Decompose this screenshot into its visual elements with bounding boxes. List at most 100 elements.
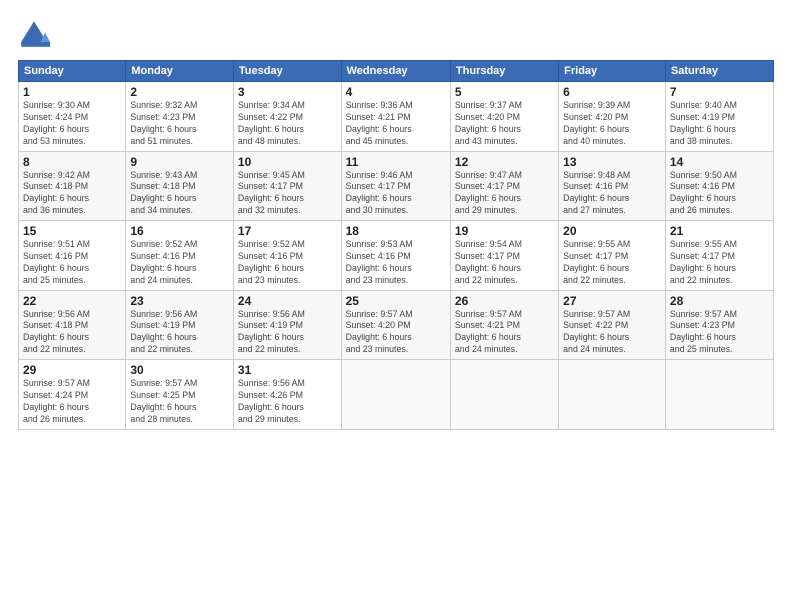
calendar-cell: 19Sunrise: 9:54 AMSunset: 4:17 PMDayligh… [450, 221, 558, 291]
day-info: Sunrise: 9:43 AMSunset: 4:18 PMDaylight:… [130, 170, 229, 218]
day-number: 29 [23, 363, 121, 377]
day-number: 15 [23, 224, 121, 238]
day-info: Sunrise: 9:56 AMSunset: 4:19 PMDaylight:… [238, 309, 337, 357]
day-info: Sunrise: 9:48 AMSunset: 4:16 PMDaylight:… [563, 170, 661, 218]
day-number: 26 [455, 294, 554, 308]
calendar-cell [665, 360, 773, 430]
calendar-cell: 8Sunrise: 9:42 AMSunset: 4:18 PMDaylight… [19, 151, 126, 221]
day-info: Sunrise: 9:57 AMSunset: 4:20 PMDaylight:… [346, 309, 446, 357]
calendar-cell: 14Sunrise: 9:50 AMSunset: 4:16 PMDayligh… [665, 151, 773, 221]
calendar-cell: 16Sunrise: 9:52 AMSunset: 4:16 PMDayligh… [126, 221, 234, 291]
day-info: Sunrise: 9:50 AMSunset: 4:16 PMDaylight:… [670, 170, 769, 218]
calendar-cell: 30Sunrise: 9:57 AMSunset: 4:25 PMDayligh… [126, 360, 234, 430]
weekday-header-row: SundayMondayTuesdayWednesdayThursdayFrid… [19, 61, 774, 82]
day-number: 10 [238, 155, 337, 169]
day-number: 22 [23, 294, 121, 308]
day-info: Sunrise: 9:46 AMSunset: 4:17 PMDaylight:… [346, 170, 446, 218]
calendar-cell: 13Sunrise: 9:48 AMSunset: 4:16 PMDayligh… [559, 151, 666, 221]
day-number: 19 [455, 224, 554, 238]
calendar-cell: 15Sunrise: 9:51 AMSunset: 4:16 PMDayligh… [19, 221, 126, 291]
calendar-cell: 9Sunrise: 9:43 AMSunset: 4:18 PMDaylight… [126, 151, 234, 221]
calendar-cell: 7Sunrise: 9:40 AMSunset: 4:19 PMDaylight… [665, 82, 773, 152]
calendar-cell: 21Sunrise: 9:55 AMSunset: 4:17 PMDayligh… [665, 221, 773, 291]
day-number: 27 [563, 294, 661, 308]
day-number: 25 [346, 294, 446, 308]
calendar-cell [450, 360, 558, 430]
day-info: Sunrise: 9:51 AMSunset: 4:16 PMDaylight:… [23, 239, 121, 287]
calendar-cell [559, 360, 666, 430]
calendar-cell: 18Sunrise: 9:53 AMSunset: 4:16 PMDayligh… [341, 221, 450, 291]
day-number: 5 [455, 85, 554, 99]
calendar-cell: 6Sunrise: 9:39 AMSunset: 4:20 PMDaylight… [559, 82, 666, 152]
calendar-cell: 1Sunrise: 9:30 AMSunset: 4:24 PMDaylight… [19, 82, 126, 152]
day-info: Sunrise: 9:55 AMSunset: 4:17 PMDaylight:… [563, 239, 661, 287]
day-info: Sunrise: 9:42 AMSunset: 4:18 PMDaylight:… [23, 170, 121, 218]
weekday-saturday: Saturday [665, 61, 773, 82]
day-number: 24 [238, 294, 337, 308]
calendar-cell: 20Sunrise: 9:55 AMSunset: 4:17 PMDayligh… [559, 221, 666, 291]
day-info: Sunrise: 9:37 AMSunset: 4:20 PMDaylight:… [455, 100, 554, 148]
day-number: 11 [346, 155, 446, 169]
calendar-cell: 5Sunrise: 9:37 AMSunset: 4:20 PMDaylight… [450, 82, 558, 152]
day-number: 9 [130, 155, 229, 169]
day-number: 17 [238, 224, 337, 238]
calendar-table: SundayMondayTuesdayWednesdayThursdayFrid… [18, 60, 774, 430]
day-info: Sunrise: 9:57 AMSunset: 4:21 PMDaylight:… [455, 309, 554, 357]
day-info: Sunrise: 9:53 AMSunset: 4:16 PMDaylight:… [346, 239, 446, 287]
day-number: 14 [670, 155, 769, 169]
day-number: 16 [130, 224, 229, 238]
day-number: 3 [238, 85, 337, 99]
calendar-cell: 10Sunrise: 9:45 AMSunset: 4:17 PMDayligh… [233, 151, 341, 221]
calendar-cell [341, 360, 450, 430]
calendar-cell: 28Sunrise: 9:57 AMSunset: 4:23 PMDayligh… [665, 290, 773, 360]
weekday-thursday: Thursday [450, 61, 558, 82]
day-info: Sunrise: 9:55 AMSunset: 4:17 PMDaylight:… [670, 239, 769, 287]
logo [18, 18, 54, 50]
calendar-cell: 31Sunrise: 9:56 AMSunset: 4:26 PMDayligh… [233, 360, 341, 430]
day-number: 20 [563, 224, 661, 238]
day-info: Sunrise: 9:54 AMSunset: 4:17 PMDaylight:… [455, 239, 554, 287]
day-info: Sunrise: 9:52 AMSunset: 4:16 PMDaylight:… [238, 239, 337, 287]
calendar-cell: 11Sunrise: 9:46 AMSunset: 4:17 PMDayligh… [341, 151, 450, 221]
day-info: Sunrise: 9:32 AMSunset: 4:23 PMDaylight:… [130, 100, 229, 148]
weekday-monday: Monday [126, 61, 234, 82]
calendar-cell: 29Sunrise: 9:57 AMSunset: 4:24 PMDayligh… [19, 360, 126, 430]
day-info: Sunrise: 9:39 AMSunset: 4:20 PMDaylight:… [563, 100, 661, 148]
day-info: Sunrise: 9:30 AMSunset: 4:24 PMDaylight:… [23, 100, 121, 148]
day-number: 8 [23, 155, 121, 169]
calendar-cell: 17Sunrise: 9:52 AMSunset: 4:16 PMDayligh… [233, 221, 341, 291]
day-number: 1 [23, 85, 121, 99]
calendar-cell: 25Sunrise: 9:57 AMSunset: 4:20 PMDayligh… [341, 290, 450, 360]
weekday-tuesday: Tuesday [233, 61, 341, 82]
day-info: Sunrise: 9:56 AMSunset: 4:26 PMDaylight:… [238, 378, 337, 426]
day-info: Sunrise: 9:56 AMSunset: 4:19 PMDaylight:… [130, 309, 229, 357]
day-info: Sunrise: 9:57 AMSunset: 4:22 PMDaylight:… [563, 309, 661, 357]
day-info: Sunrise: 9:52 AMSunset: 4:16 PMDaylight:… [130, 239, 229, 287]
day-info: Sunrise: 9:34 AMSunset: 4:22 PMDaylight:… [238, 100, 337, 148]
calendar-cell: 4Sunrise: 9:36 AMSunset: 4:21 PMDaylight… [341, 82, 450, 152]
day-number: 4 [346, 85, 446, 99]
day-number: 7 [670, 85, 769, 99]
weekday-friday: Friday [559, 61, 666, 82]
calendar-cell: 2Sunrise: 9:32 AMSunset: 4:23 PMDaylight… [126, 82, 234, 152]
day-number: 30 [130, 363, 229, 377]
day-info: Sunrise: 9:36 AMSunset: 4:21 PMDaylight:… [346, 100, 446, 148]
day-number: 21 [670, 224, 769, 238]
calendar-cell: 3Sunrise: 9:34 AMSunset: 4:22 PMDaylight… [233, 82, 341, 152]
weekday-wednesday: Wednesday [341, 61, 450, 82]
day-info: Sunrise: 9:56 AMSunset: 4:18 PMDaylight:… [23, 309, 121, 357]
calendar-body: 1Sunrise: 9:30 AMSunset: 4:24 PMDaylight… [19, 82, 774, 430]
day-info: Sunrise: 9:40 AMSunset: 4:19 PMDaylight:… [670, 100, 769, 148]
day-number: 12 [455, 155, 554, 169]
day-number: 31 [238, 363, 337, 377]
day-info: Sunrise: 9:45 AMSunset: 4:17 PMDaylight:… [238, 170, 337, 218]
day-info: Sunrise: 9:57 AMSunset: 4:23 PMDaylight:… [670, 309, 769, 357]
day-number: 2 [130, 85, 229, 99]
day-number: 23 [130, 294, 229, 308]
day-info: Sunrise: 9:57 AMSunset: 4:24 PMDaylight:… [23, 378, 121, 426]
logo-icon [18, 18, 50, 50]
day-number: 18 [346, 224, 446, 238]
day-number: 6 [563, 85, 661, 99]
day-info: Sunrise: 9:47 AMSunset: 4:17 PMDaylight:… [455, 170, 554, 218]
calendar-cell: 12Sunrise: 9:47 AMSunset: 4:17 PMDayligh… [450, 151, 558, 221]
